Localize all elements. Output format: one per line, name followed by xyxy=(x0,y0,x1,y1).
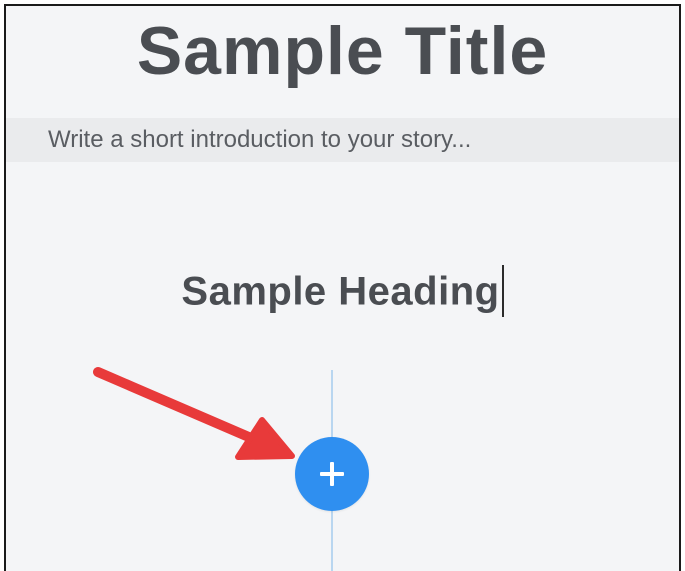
story-heading-block[interactable]: Sample Heading xyxy=(6,265,679,320)
add-block-button[interactable] xyxy=(295,437,369,511)
text-cursor xyxy=(501,265,504,317)
plus-icon xyxy=(320,462,344,486)
story-title[interactable]: Sample Title xyxy=(6,12,679,90)
story-heading-text: Sample Heading xyxy=(181,269,500,314)
editor-canvas: Sample Title Sample Heading xyxy=(4,4,681,571)
story-intro-input[interactable] xyxy=(6,118,679,162)
